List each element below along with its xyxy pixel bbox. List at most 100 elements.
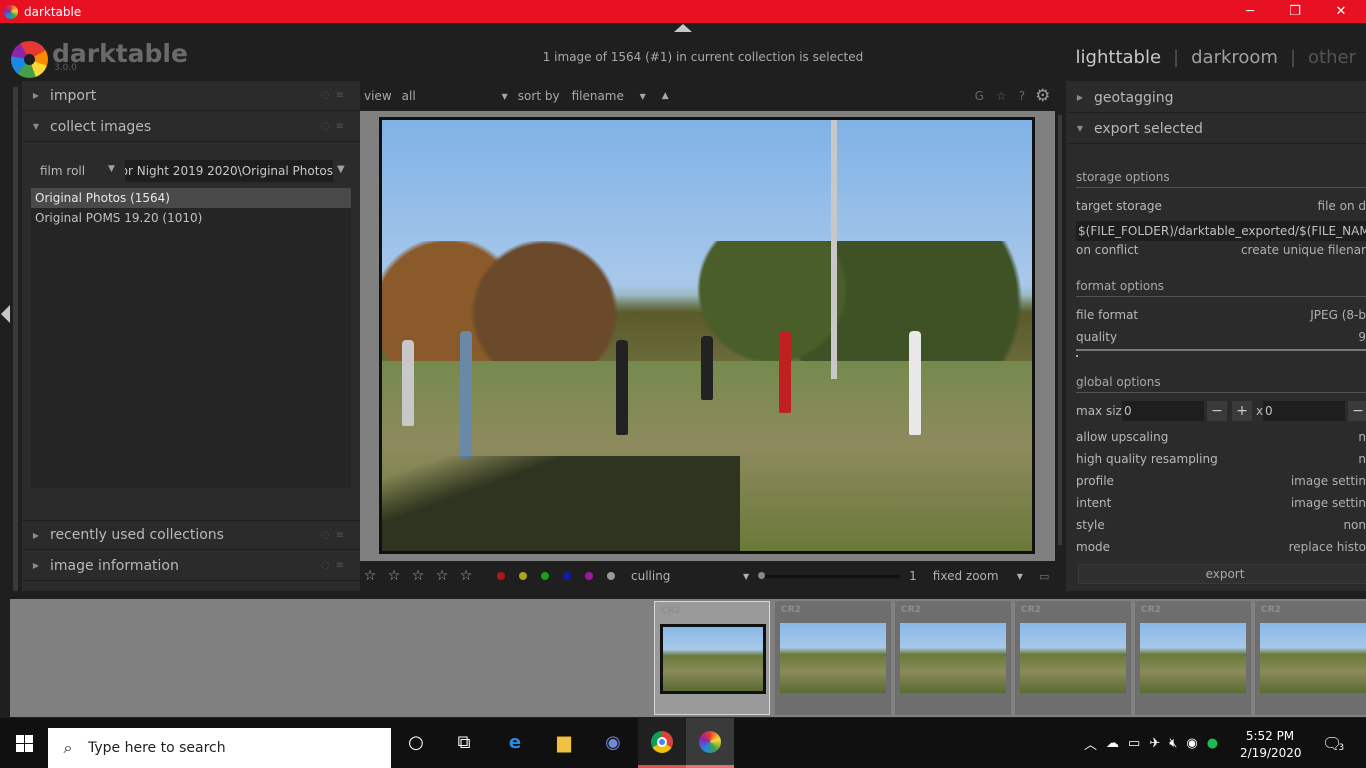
module-export-selected[interactable]: ▼ export selected (1066, 114, 1366, 144)
color-label-red[interactable] (497, 572, 505, 580)
filmstrip-thumb[interactable]: CR2 (1255, 601, 1366, 715)
image-count-field[interactable]: 1 (909, 569, 917, 583)
display-profile-icon[interactable]: ▭ (1039, 570, 1049, 583)
zoom-slider[interactable] (758, 575, 900, 578)
module-controls-icon[interactable]: ◌≡ (321, 90, 350, 101)
star-overlay-icon[interactable]: ☆ (996, 89, 1007, 103)
collection-property-label[interactable]: film roll (40, 164, 85, 178)
style-value[interactable]: non (1343, 518, 1366, 532)
volume-muted-icon[interactable]: 🔇︎ (1169, 736, 1177, 751)
filmstrip-thumb[interactable]: CR2 (895, 601, 1011, 715)
task-view-icon[interactable]: ⧉ (448, 726, 480, 758)
filmstrip-thumb[interactable]: CR2 (775, 601, 891, 715)
color-label-green[interactable] (541, 572, 549, 580)
chevron-down-icon[interactable]: ▼ (743, 572, 749, 581)
clock[interactable]: 5:52 PM 2/19/2020 (1240, 728, 1302, 762)
mode-row[interactable]: mode replace histo (1076, 540, 1366, 560)
spotify-icon[interactable]: ● (1207, 736, 1218, 751)
star-3-icon[interactable]: ☆ (406, 568, 430, 584)
file-format-row[interactable]: file format JPEG (8-b (1076, 308, 1366, 328)
profile-row[interactable]: profile image settin (1076, 474, 1366, 494)
module-collect-images[interactable]: ▼ collect images ◌≡ (22, 112, 360, 142)
max-width-minus-button[interactable]: − (1207, 401, 1227, 421)
culling-canvas[interactable] (360, 111, 1055, 561)
zoom-mode-select[interactable]: fixed zoom (933, 569, 1017, 583)
quality-value[interactable]: 9 (1358, 330, 1366, 344)
view-other[interactable]: other (1308, 47, 1356, 68)
chevron-down-icon[interactable]: ▼ (640, 92, 646, 101)
photo-frame[interactable] (379, 117, 1035, 554)
cortana-icon[interactable]: ○ (400, 726, 432, 758)
chevron-down-icon[interactable]: ▼ (337, 164, 345, 175)
color-label-yellow[interactable] (519, 572, 527, 580)
module-recently-used-collections[interactable]: ▶ recently used collections ◌≡ (22, 520, 360, 550)
max-height-minus-button[interactable]: − (1348, 401, 1366, 421)
profile-value[interactable]: image settin (1291, 474, 1366, 488)
color-label-purple[interactable] (585, 572, 593, 580)
mode-value[interactable]: replace histo (1289, 540, 1366, 554)
list-item[interactable]: Original POMS 19.20 (1010) (31, 208, 351, 228)
chevron-up-icon[interactable]: ︿ (1084, 734, 1097, 753)
filmstrip-thumb[interactable]: CR2 (654, 601, 770, 715)
darktable-taskbar-icon[interactable] (694, 726, 726, 758)
target-storage-value[interactable]: file on d (1318, 199, 1366, 213)
discord-tray-icon[interactable]: ◉ (1186, 736, 1197, 751)
view-darkroom[interactable]: darkroom (1191, 47, 1278, 68)
color-label-blue[interactable] (563, 572, 571, 580)
max-width-plus-button[interactable]: + (1232, 401, 1252, 421)
grouping-icon[interactable]: G (975, 89, 984, 103)
discord-icon[interactable]: ◉ (597, 726, 629, 758)
max-width-input[interactable]: 0 (1122, 401, 1204, 421)
star-2-icon[interactable]: ☆ (382, 568, 406, 584)
module-controls-icon[interactable]: ◌≡ (321, 530, 350, 541)
allow-upscaling-value[interactable]: n (1358, 430, 1366, 444)
notifications-button[interactable]: 🗨︎ 3 (1322, 718, 1344, 768)
file-format-value[interactable]: JPEG (8-b (1310, 308, 1366, 322)
view-filter-select[interactable]: all (402, 89, 502, 103)
chrome-icon[interactable] (646, 726, 678, 758)
hq-resampling-row[interactable]: high quality resampling n (1076, 452, 1366, 472)
help-icon[interactable]: ? (1019, 89, 1025, 103)
filmstrip-thumb[interactable]: CR2 (1135, 601, 1251, 715)
layout-select[interactable]: culling (631, 569, 743, 583)
onedrive-icon[interactable]: ☁ (1106, 736, 1119, 751)
target-storage-row[interactable]: target storage file on d (1076, 199, 1366, 219)
module-image-information[interactable]: ▶ image information ◌≡ (22, 551, 360, 581)
view-lighttable[interactable]: lighttable (1076, 47, 1161, 68)
collapse-left-panel-arrow-icon[interactable] (1, 305, 10, 323)
network-icon[interactable]: ✈ (1149, 736, 1160, 751)
taskbar-search-box[interactable]: ⌕ Type here to search (48, 728, 391, 768)
color-label-gray[interactable] (607, 572, 615, 580)
module-import[interactable]: ▶ import ◌≡ (22, 81, 360, 111)
film-roll-path-input[interactable]: C:\Users\Senior Night 2019 2020\Original… (125, 160, 333, 182)
module-controls-icon[interactable]: ◌≡ (321, 560, 350, 571)
module-geotagging[interactable]: ▶ geotagging (1066, 83, 1366, 113)
on-conflict-value[interactable]: create unique filenar (1241, 243, 1366, 257)
style-row[interactable]: style non (1076, 518, 1366, 538)
chevron-down-icon[interactable]: ▼ (502, 92, 508, 101)
star-5-icon[interactable]: ☆ (454, 568, 478, 584)
intent-value[interactable]: image settin (1291, 496, 1366, 510)
collapse-top-panel-arrow-icon[interactable] (674, 24, 692, 32)
maximize-button[interactable]: ❐ (1272, 0, 1318, 23)
gear-icon[interactable]: ⚙ (1035, 86, 1050, 106)
chevron-down-icon[interactable]: ▼ (108, 164, 115, 174)
filmstrip-thumb[interactable]: CR2 (1015, 601, 1131, 715)
start-button[interactable] (0, 718, 48, 768)
export-button[interactable]: export (1078, 564, 1366, 584)
module-controls-icon[interactable]: ◌≡ (321, 121, 350, 132)
edge-browser-icon[interactable]: e (499, 726, 531, 758)
max-height-input[interactable]: 0 (1263, 401, 1345, 421)
battery-icon[interactable]: ▭ (1128, 736, 1140, 751)
hq-resampling-value[interactable]: n (1358, 452, 1366, 466)
zoom-slider-knob[interactable] (758, 572, 765, 579)
quality-row[interactable]: quality 9 (1076, 330, 1366, 350)
center-scrollbar[interactable] (1058, 115, 1062, 545)
list-item[interactable]: Original Photos (1564) (31, 188, 351, 208)
sort-order-icon[interactable]: ▲ (662, 91, 669, 101)
quality-slider[interactable] (1076, 349, 1366, 351)
left-panel-scrollbar[interactable] (13, 87, 18, 591)
on-conflict-row[interactable]: on conflict create unique filenar (1076, 243, 1366, 263)
close-button[interactable]: ✕ (1318, 0, 1364, 23)
file-explorer-icon[interactable]: ▆ (548, 726, 580, 758)
